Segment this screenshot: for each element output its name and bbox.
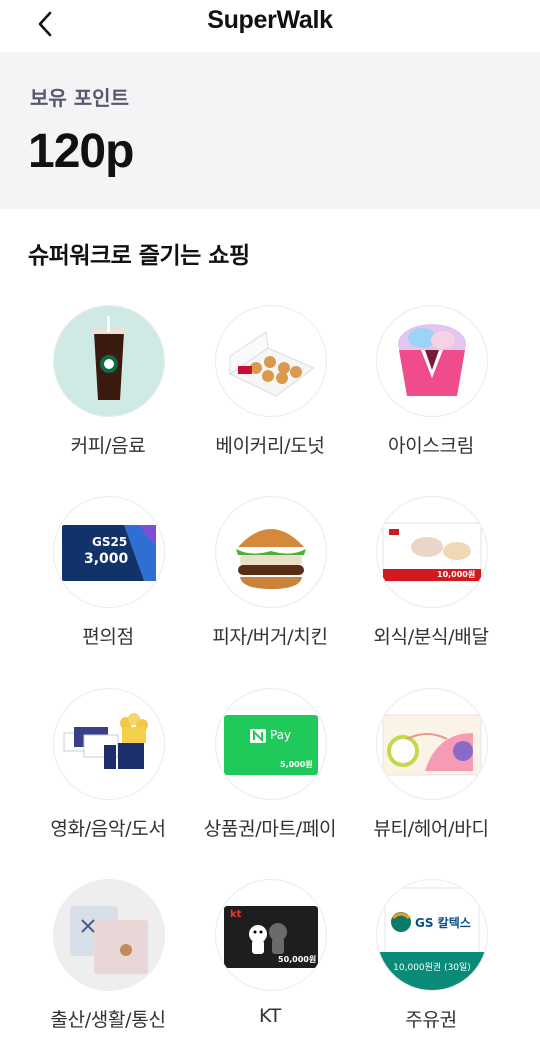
category-fuel-voucher[interactable]: GS 칼텍스 10,000원권 (30일) 주유권 [350,879,512,1049]
towel-set-icon [53,879,165,991]
category-label: 뷰티/헤어/바디 [373,818,489,840]
points-value: 120p [28,125,134,178]
card-brand: GS 칼텍스 [415,916,471,930]
category-coffee[interactable]: 커피/음료 [27,305,189,475]
category-kt[interactable]: kt 50,000원 KT [189,879,351,1049]
category-bakery[interactable]: 베이커리/도넛 [189,305,351,475]
gs-caltex-voucher-icon: GS 칼텍스 10,000원권 (30일) [376,879,488,991]
category-label: 커피/음료 [70,435,146,457]
category-label: 주유권 [405,1009,457,1031]
category-label: 외식/분식/배달 [373,626,489,648]
card-brand: GS25 [92,535,128,549]
donut-box-icon [215,305,327,417]
category-label: 상품권/마트/페이 [203,818,337,840]
points-label: 보유 포인트 [30,86,129,110]
category-dining-delivery[interactable]: 10,000원 외식/분식/배달 [350,496,512,666]
category-label: 베이커리/도넛 [215,435,325,457]
gs25-voucher-icon: GS25 3,000 [53,496,165,608]
burger-icon [215,496,327,608]
naver-pay-card-icon: Pay 5,000원 [215,688,327,800]
shopping-section-title: 슈퍼워크로 즐기는 쇼핑 [28,243,250,269]
beauty-voucher-icon [376,688,488,800]
category-convenience-store[interactable]: GS25 3,000 편의점 [27,496,189,666]
category-pizza-burger-chicken[interactable]: 피자/버거/치킨 [189,496,351,666]
category-ice-cream[interactable]: 아이스크림 [350,305,512,475]
category-label: KT [259,1005,281,1027]
category-label: 영화/음악/도서 [50,818,166,840]
kt-card-icon: kt 50,000원 [215,879,327,991]
category-beauty-hair-body[interactable]: 뷰티/헤어/바디 [350,688,512,858]
points-panel: 보유 포인트 120p [0,52,540,209]
top-bar: SuperWalk [0,0,540,48]
card-amount: 10,000원 [437,570,476,579]
card-amount: 3,000 [84,551,129,567]
category-label: 피자/버거/치킨 [212,626,328,648]
category-label: 아이스크림 [388,435,474,457]
restaurant-voucher-icon: 10,000원 [376,496,488,608]
category-label: 출산/생활/통신 [50,1009,166,1031]
category-movie-music-books[interactable]: 영화/음악/도서 [27,688,189,858]
card-amount: 5,000원 [280,760,313,769]
category-label: 편의점 [82,626,134,648]
category-baby-living-telecom[interactable]: 출산/생활/통신 [27,879,189,1049]
category-gift-card-mart-pay[interactable]: Pay 5,000원 상품권/마트/페이 [189,688,351,858]
ice-cream-icon [376,305,488,417]
app-title: SuperWalk [207,6,333,34]
movie-tickets-icon [53,688,165,800]
coffee-icon [53,305,165,417]
card-amount: 50,000원 [278,955,317,964]
card-brand: kt [230,909,242,920]
card-brand: Pay [270,728,292,742]
card-amount: 10,000원권 (30일) [393,963,471,973]
